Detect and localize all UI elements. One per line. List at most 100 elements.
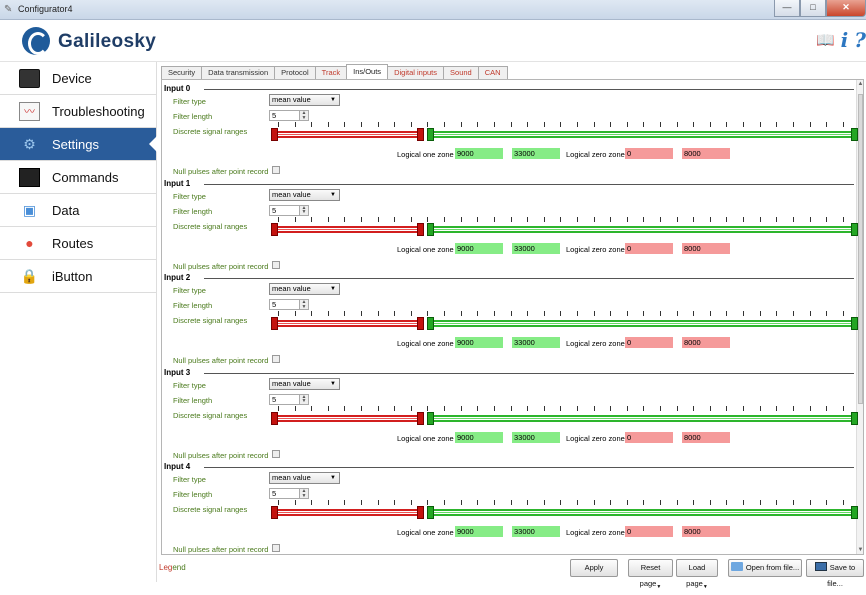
one-min-handle[interactable] [427, 506, 434, 519]
null-pulses-checkbox[interactable] [272, 544, 280, 552]
sidebar-item-device[interactable]: Device [0, 62, 156, 95]
scale-tick [543, 216, 545, 222]
zero-max-handle[interactable] [417, 317, 424, 330]
one-max-field[interactable]: 33000 [512, 526, 560, 537]
one-max-field[interactable]: 33000 [512, 148, 560, 159]
stepper-arrows-icon[interactable]: ▲ ▼ [299, 111, 308, 120]
zero-max-field[interactable]: 8000 [682, 337, 730, 348]
zero-min-handle[interactable] [271, 128, 278, 141]
one-max-field[interactable]: 33000 [512, 431, 560, 443]
filter-length-stepper[interactable]: 5 ▲ ▼ [269, 393, 309, 405]
sidebar-item-ibutton[interactable]: 🔒 iButton [0, 260, 156, 293]
sidebar-item-data[interactable]: ▣ Data [0, 194, 156, 227]
open-from-file-button[interactable]: Open from file... [728, 559, 802, 577]
zero-min-field[interactable]: 0 [625, 526, 673, 537]
scroll-up-icon[interactable]: ▲ [857, 80, 863, 88]
tab-digital-inputs[interactable]: Digital inputs [387, 66, 445, 79]
zero-max-handle[interactable] [417, 411, 424, 425]
sidebar-item-commands[interactable]: Commands [0, 161, 156, 194]
stepper-arrows-icon[interactable]: ▲ ▼ [299, 300, 308, 309]
zero-min-field[interactable]: 0 [625, 337, 673, 348]
one-max-handle[interactable] [851, 128, 858, 141]
sidebar-item-troubleshooting[interactable]: 〰 Troubleshooting [0, 95, 156, 128]
filter-type-select[interactable]: mean value ▼ [269, 472, 340, 484]
filter-length-stepper[interactable]: 5 ▲ ▼ [269, 204, 309, 216]
one-max-handle[interactable] [851, 317, 858, 330]
tab-can[interactable]: CAN [477, 66, 508, 79]
stepper-arrows-icon[interactable]: ▲ ▼ [299, 205, 308, 215]
one-min-handle[interactable] [427, 317, 434, 330]
zero-min-handle[interactable] [271, 506, 278, 519]
one-max-handle[interactable] [851, 506, 858, 519]
scroll-thumb[interactable] [858, 94, 863, 404]
filter-length-stepper[interactable]: 5 ▲ ▼ [269, 110, 309, 121]
one-max-field[interactable]: 33000 [512, 337, 560, 348]
scale-tick [593, 311, 595, 316]
zero-max-field[interactable]: 8000 [682, 242, 730, 254]
zero-max-field[interactable]: 8000 [682, 526, 730, 537]
zero-min-field[interactable]: 0 [625, 148, 673, 159]
scale-tick [693, 122, 695, 127]
filter-length-stepper[interactable]: 5 ▲ ▼ [269, 299, 309, 310]
filter-type-select[interactable]: mean value ▼ [269, 377, 340, 390]
null-pulses-checkbox[interactable] [272, 166, 280, 174]
zero-min-handle[interactable] [271, 411, 278, 425]
filter-type-select[interactable]: mean value ▼ [269, 188, 340, 201]
scale-tick [344, 500, 346, 505]
sidebar-item-routes[interactable]: ● Routes [0, 227, 156, 260]
zero-min-field[interactable]: 0 [625, 431, 673, 443]
zero-min-handle[interactable] [271, 222, 278, 236]
one-min-handle[interactable] [427, 222, 434, 236]
one-min-field[interactable]: 9000 [455, 148, 503, 159]
scale-tick [493, 311, 495, 316]
one-max-field[interactable]: 33000 [512, 242, 560, 254]
zero-max-handle[interactable] [417, 506, 424, 519]
one-min-field[interactable]: 9000 [455, 526, 503, 537]
tab-sound[interactable]: Sound [443, 66, 479, 79]
tab-protocol[interactable]: Protocol [274, 66, 316, 79]
scale-tick [510, 122, 512, 127]
reset-page-button[interactable]: Reset page▼ [628, 559, 673, 590]
filter-length-stepper[interactable]: 5 ▲ ▼ [269, 488, 309, 499]
one-min-field[interactable]: 9000 [455, 242, 503, 254]
input-title: Input 4 [164, 462, 191, 471]
filter-type-select[interactable]: mean value ▼ [269, 94, 340, 106]
close-button[interactable]: ✕ [826, 0, 866, 17]
one-min-field[interactable]: 9000 [455, 431, 503, 443]
zero-max-handle[interactable] [417, 222, 424, 236]
one-min-handle[interactable] [427, 128, 434, 141]
tab-ins-outs[interactable]: Ins/Outs [346, 64, 389, 79]
apply-button[interactable]: Apply [570, 559, 618, 577]
one-min-handle[interactable] [427, 411, 434, 425]
info-icon[interactable]: i [841, 28, 849, 52]
legend-link[interactable]: Legend [159, 563, 186, 572]
tab-data-transmission[interactable]: Data transmission [201, 66, 276, 79]
null-pulses-checkbox[interactable] [272, 260, 280, 269]
one-min-field[interactable]: 9000 [455, 337, 503, 348]
floppy-disk-icon [814, 562, 827, 571]
tab-track[interactable]: Track [314, 66, 348, 79]
stepper-arrows-icon[interactable]: ▲ ▼ [299, 489, 308, 498]
null-pulses-checkbox[interactable] [272, 355, 280, 363]
load-page-button[interactable]: Load page▼ [676, 559, 718, 590]
zero-min-handle[interactable] [271, 317, 278, 330]
help-icon[interactable]: ? [854, 28, 866, 52]
filter-type-select[interactable]: mean value ▼ [269, 283, 340, 295]
book-icon[interactable]: 📖 [816, 31, 835, 49]
one-max-handle[interactable] [851, 222, 858, 236]
zero-max-field[interactable]: 8000 [682, 148, 730, 159]
minimize-button[interactable]: — [774, 0, 800, 17]
zero-max-handle[interactable] [417, 128, 424, 141]
scroll-down-icon[interactable]: ▼ [857, 546, 863, 554]
null-pulses-checkbox[interactable] [272, 449, 280, 458]
stepper-arrows-icon[interactable]: ▲ ▼ [299, 394, 308, 404]
maximize-button[interactable]: □ [800, 0, 826, 17]
scale-tick [693, 311, 695, 316]
zero-min-field[interactable]: 0 [625, 242, 673, 254]
save-to-file-button[interactable]: Save to file... [806, 559, 864, 588]
one-max-handle[interactable] [851, 411, 858, 425]
tab-security[interactable]: Security [161, 66, 203, 79]
zero-max-field[interactable]: 8000 [682, 431, 730, 443]
input-title: Input 2 [164, 273, 191, 282]
sidebar-item-settings[interactable]: ⚙ Settings [0, 128, 157, 161]
